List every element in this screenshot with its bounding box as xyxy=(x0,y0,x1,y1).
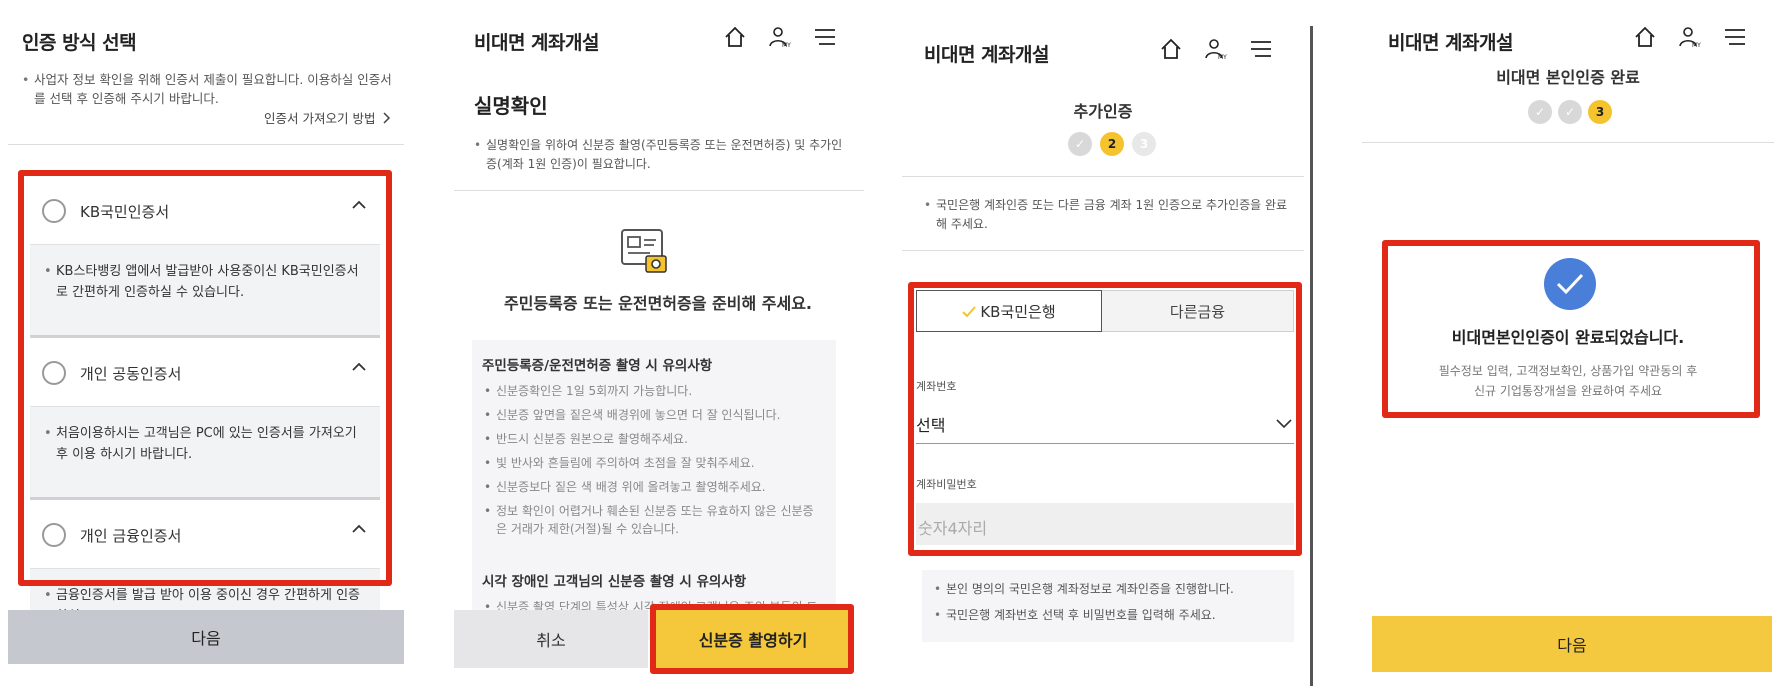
pw-label: 계좌비밀번호 xyxy=(916,478,977,491)
my-icon[interactable]: MY xyxy=(1678,26,1702,48)
step-3-todo: 3 xyxy=(1132,132,1156,156)
svg-text:MY: MY xyxy=(1218,54,1227,60)
panel-auth-complete: 비대면 계좌개설 MY 비대면 본인인증 완료 ✓ ✓ 3 비대면본인인증이 완… xyxy=(1362,0,1774,686)
info-item: 국민은행 계좌번호 선택 후 비밀번호를 입력해 주세요. xyxy=(934,606,1284,625)
bottom-buttons: 취소 신분증 촬영하기 xyxy=(454,610,864,668)
caution-item: 신분증확인은 1일 5회까지 가능합니다. xyxy=(484,382,824,400)
divider xyxy=(8,144,404,145)
cert-option-joint[interactable]: 개인 공동인증서 xyxy=(30,340,380,406)
cert-desc-joint: 처음이용하시는 고객님은 PC에 있는 인증서를 가져오기 후 이용 하시기 바… xyxy=(30,406,380,500)
my-icon[interactable]: MY xyxy=(768,26,792,48)
caution-title: 주민등록증/운전면허증 촬영 시 유의사항 xyxy=(482,358,713,374)
cert-import-link-label: 인증서 가져오기 방법 xyxy=(264,111,376,126)
caution-title-2: 시각 장애인 고객님의 신분증 촬영 시 유의사항 xyxy=(482,574,747,590)
account-select-value: 선택 xyxy=(916,416,946,435)
divider xyxy=(454,190,864,191)
account-pw-input[interactable]: 숫자4자리 xyxy=(916,503,1294,545)
header-icons: MY xyxy=(1634,26,1746,48)
divider xyxy=(902,176,1304,177)
complete-desc-2: 신규 기업통장개설을 완료하여 주세요 xyxy=(1473,384,1663,398)
page-title: 비대면 계좌개설 xyxy=(924,44,1049,66)
radio-button[interactable] xyxy=(42,523,66,547)
panel-divider xyxy=(1310,26,1313,686)
menu-icon[interactable] xyxy=(1724,28,1746,46)
page-title: 비대면 계좌개설 xyxy=(474,32,599,54)
chevron-up-icon[interactable] xyxy=(352,362,366,371)
id-card-camera-icon xyxy=(621,229,667,273)
radio-button[interactable] xyxy=(42,199,66,223)
panel-auth-method: 인증 방식 선택 사업자 정보 확인을 위해 인증서 제출이 필요합니다. 이용… xyxy=(0,0,412,686)
cert-desc-text: 처음이용하시는 고객님은 PC에 있는 인증서를 가져오기 후 이용 하시기 바… xyxy=(44,423,366,465)
chevron-up-icon[interactable] xyxy=(352,200,366,209)
caution-item: 신분증보다 짙은 색 배경 위에 올려놓고 촬영해주세요. xyxy=(484,478,824,496)
cancel-button[interactable]: 취소 xyxy=(454,610,648,668)
home-icon[interactable] xyxy=(724,26,746,48)
page-title: 비대면 계좌개설 xyxy=(1388,32,1513,54)
page-title: 인증 방식 선택 xyxy=(22,32,137,54)
panel-additional-auth: 비대면 계좌개설 MY 추가인증 ✓ 2 3 국민은행 계좌인증 또는 다른 금… xyxy=(902,0,1314,686)
check-icon xyxy=(962,305,977,317)
chevron-up-icon[interactable] xyxy=(352,524,366,533)
svg-text:MY: MY xyxy=(1692,42,1701,48)
notice-text: 실명확인을 위하여 신분증 촬영(주민등록증 또는 운전면허증) 및 추가인증(… xyxy=(474,136,844,174)
step-2-done: ✓ xyxy=(1558,100,1582,124)
complete-check-icon xyxy=(1544,258,1596,310)
caution-item: 정보 확인이 어렵거나 훼손된 신분증 또는 유효하지 않은 신분증은 거래가 … xyxy=(484,502,824,538)
my-icon[interactable]: MY xyxy=(1204,38,1228,60)
check-icon xyxy=(1556,273,1584,295)
notice-text: 사업자 정보 확인을 위해 인증서 제출이 필요합니다. 이용하실 인증서를 선… xyxy=(22,70,392,108)
complete-title: 비대면본인인증이 완료되었습니다. xyxy=(1451,328,1685,347)
cert-option-kb[interactable]: KB국민인증서 xyxy=(30,178,380,244)
step-2-active: 2 xyxy=(1100,132,1124,156)
info-item: 본인 명의의 국민은행 계좌정보로 계좌인증을 진행합니다. xyxy=(934,580,1284,599)
caution-item: 신분증 앞면을 짙은색 배경위에 놓으면 더 잘 인식됩니다. xyxy=(484,406,824,424)
header-icons: MY xyxy=(1160,38,1272,60)
next-button[interactable]: 다음 xyxy=(8,610,404,664)
cert-import-link[interactable]: 인증서 가져오기 방법 xyxy=(264,108,391,127)
home-icon[interactable] xyxy=(1160,38,1182,60)
step-1-done: ✓ xyxy=(1068,132,1092,156)
account-label: 계좌번호 xyxy=(916,380,957,393)
cert-desc-kb: KB스타뱅킹 앱에서 발급받아 사용중이신 KB국민인증서로 간편하게 인증하실… xyxy=(30,244,380,338)
info-box: 본인 명의의 국민은행 계좌정보로 계좌인증을 진행합니다. 국민은행 계좌번호… xyxy=(922,570,1294,642)
step-1-done: ✓ xyxy=(1528,100,1552,124)
cert-label: KB국민인증서 xyxy=(80,202,170,221)
menu-icon[interactable] xyxy=(1250,40,1272,58)
cert-label: 개인 금융인증서 xyxy=(80,526,182,545)
divider xyxy=(1362,142,1774,143)
cert-desc-text: KB스타뱅킹 앱에서 발급받아 사용중이신 KB국민인증서로 간편하게 인증하실… xyxy=(44,261,366,303)
tab-other-bank[interactable]: 다른금융 xyxy=(1102,290,1294,332)
account-select[interactable]: 선택 xyxy=(916,402,1294,444)
cert-option-finance[interactable]: 개인 금융인증서 xyxy=(30,502,380,568)
caution-item: 빛 반사와 흔들림에 주의하여 초점을 잘 맞춰주세요. xyxy=(484,454,824,472)
header-icons: MY xyxy=(724,26,836,48)
home-icon[interactable] xyxy=(1634,26,1656,48)
prepare-text: 주민등록증 또는 운전면허증을 준비해 주세요. xyxy=(503,294,813,313)
caution-box: 주민등록증/운전면허증 촬영 시 유의사항 신분증확인은 1일 5회까지 가능합… xyxy=(472,340,836,640)
chevron-right-icon xyxy=(383,111,391,124)
caution-item: 반드시 신분증 원본으로 촬영해주세요. xyxy=(484,430,824,448)
step-title: 추가인증 xyxy=(1073,102,1133,121)
panel-id-verification: 비대면 계좌개설 MY 실명확인 실명확인을 위하여 신분증 촬영(주민등록증 … xyxy=(452,0,864,686)
tab-label: KB국민은행 xyxy=(980,302,1056,321)
capture-id-button[interactable]: 신분증 촬영하기 xyxy=(656,610,850,668)
next-button[interactable]: 다음 xyxy=(1372,616,1772,672)
tab-kb-bank[interactable]: KB국민은행 xyxy=(916,290,1102,332)
complete-desc-1: 필수정보 입력, 고객정보확인, 상품가입 약관동의 후 xyxy=(1438,364,1698,378)
step-3-active: 3 xyxy=(1588,100,1612,124)
chevron-down-icon xyxy=(1276,419,1292,428)
section-title: 실명확인 xyxy=(474,94,548,118)
svg-text:MY: MY xyxy=(782,42,791,48)
step-title: 비대면 본인인증 완료 xyxy=(1496,68,1640,87)
divider xyxy=(902,250,1304,251)
radio-button[interactable] xyxy=(42,361,66,385)
notice-text: 국민은행 계좌인증 또는 다른 금융 계좌 1원 인증으로 추가인증을 완료해 … xyxy=(924,196,1294,234)
cert-label: 개인 공동인증서 xyxy=(80,364,182,383)
menu-icon[interactable] xyxy=(814,28,836,46)
